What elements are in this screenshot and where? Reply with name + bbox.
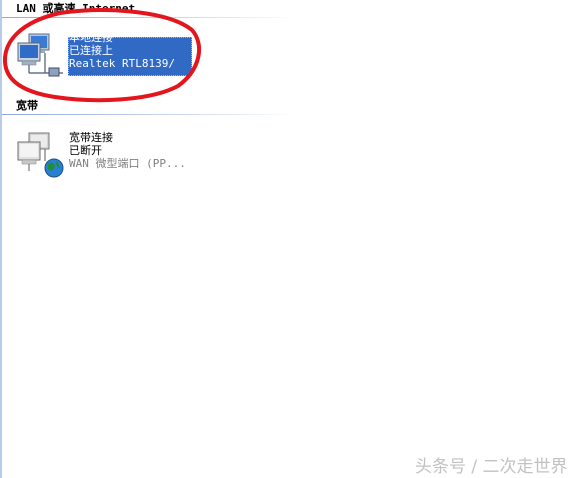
connection-status: 已断开 bbox=[69, 144, 102, 157]
connection-text-broadband: 宽带连接 已断开 WAN 微型端口 (PP... bbox=[69, 131, 186, 170]
watermark-text: 头条号 / 二次走世界 bbox=[415, 457, 568, 477]
connection-device: Realtek RTL8139/ bbox=[69, 57, 175, 70]
connection-name: 本地连接 bbox=[69, 31, 113, 44]
connection-text-local: 本地连接 已连接上 Realtek RTL8139/ bbox=[69, 31, 175, 70]
connection-device: WAN 微型端口 (PP... bbox=[69, 157, 186, 170]
group-divider-broadband bbox=[2, 114, 296, 115]
group-header-broadband: 宽带 bbox=[16, 99, 38, 112]
connection-status: 已连接上 bbox=[69, 44, 113, 57]
connection-item-local[interactable]: 本地连接 已连接上 Realtek RTL8139/ bbox=[15, 31, 195, 83]
connection-name: 宽带连接 bbox=[69, 131, 113, 144]
group-divider-lan bbox=[2, 17, 296, 18]
connection-item-broadband[interactable]: 宽带连接 已断开 WAN 微型端口 (PP... bbox=[15, 131, 195, 183]
group-header-lan: LAN 或高速 Internet bbox=[16, 2, 136, 15]
broadband-globe-icon bbox=[17, 132, 64, 178]
network-computers-icon bbox=[17, 33, 63, 77]
window-left-border bbox=[0, 0, 2, 478]
